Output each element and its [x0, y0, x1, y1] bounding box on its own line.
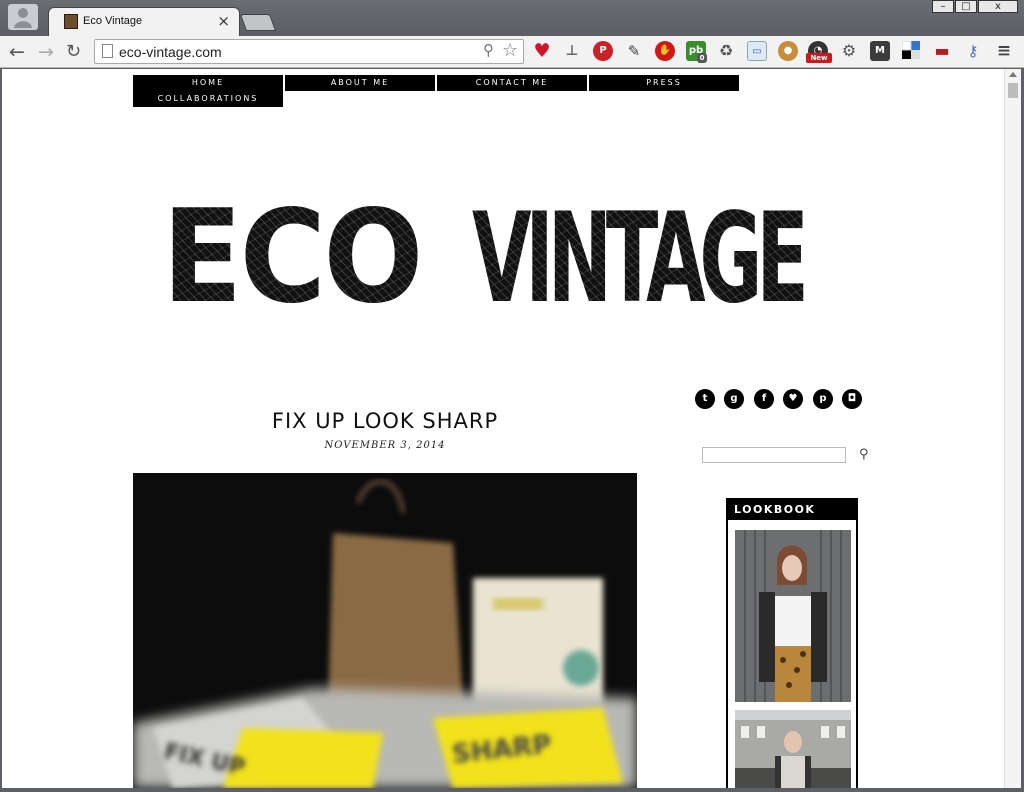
address-bar[interactable]: eco-vintage.com ⚲ ☆: [94, 39, 524, 64]
logo-text-vintage: VINTAGE: [472, 187, 809, 331]
sofa-extension-icon[interactable]: ▬: [932, 41, 952, 61]
lookbook-photo-1[interactable]: [735, 530, 851, 702]
minimize-button[interactable]: –: [932, 0, 954, 13]
m-extension-icon[interactable]: M: [870, 41, 890, 61]
logo-text-eco: ECO: [162, 183, 423, 332]
site-nav-menu: HOME ABOUT ME CONTACT ME PRESS COLLABORA…: [133, 75, 739, 109]
nav-contact-me[interactable]: CONTACT ME: [437, 75, 587, 91]
tab-title: Eco Vintage: [83, 15, 143, 27]
menu-icon[interactable]: ≡: [994, 41, 1014, 61]
delicious-extension-icon[interactable]: [901, 40, 921, 61]
twitter-icon[interactable]: t: [695, 389, 715, 409]
heart-extension-icon[interactable]: ♥: [532, 41, 552, 61]
close-window-button[interactable]: x: [978, 0, 1018, 13]
pb-badge: 0: [697, 53, 707, 63]
browser-tab[interactable]: Eco Vintage ×: [48, 7, 240, 36]
nav-home[interactable]: HOME: [133, 75, 283, 91]
search-icon[interactable]: ⚲: [859, 447, 869, 462]
nav-press[interactable]: PRESS: [589, 75, 739, 91]
window-extension-icon[interactable]: ▭: [747, 41, 767, 61]
adblock-extension-icon[interactable]: ✋: [655, 41, 675, 61]
scale-extension-icon[interactable]: ⊥: [562, 41, 582, 61]
eyedropper-extension-icon[interactable]: ✎: [624, 41, 644, 61]
tab-close-icon[interactable]: ×: [217, 12, 230, 30]
window-titlebar: Eco Vintage × – □ x: [0, 0, 1024, 36]
bookmark-star-icon[interactable]: ☆: [502, 40, 518, 61]
pinterest-extension-icon[interactable]: P: [593, 41, 613, 61]
scrollbar-thumb[interactable]: [1008, 83, 1018, 98]
vertical-scrollbar[interactable]: [1004, 69, 1021, 788]
web-page: HOME ABOUT ME CONTACT ME PRESS COLLABORA…: [2, 69, 1004, 788]
zoom-icon[interactable]: ⚲: [483, 41, 494, 59]
site-logo[interactable]: ECO VINTAGE: [162, 183, 862, 332]
cookie-extension-icon[interactable]: ●: [778, 41, 798, 61]
url-text[interactable]: eco-vintage.com: [119, 44, 222, 60]
post-image[interactable]: FIX UP SHARP: [133, 473, 637, 788]
lookbook-widget: LOOKBOOK: [726, 498, 858, 788]
film-extension-icon[interactable]: ⚙: [839, 41, 859, 61]
profile-avatar-icon[interactable]: [8, 4, 38, 30]
reload-icon[interactable]: ↻: [66, 41, 81, 62]
key-extension-icon[interactable]: ⚷: [963, 41, 983, 61]
recycle-extension-icon[interactable]: ♻: [716, 41, 736, 61]
post-date: NOVEMBER 3, 2014: [324, 440, 446, 451]
nav-about-me[interactable]: ABOUT ME: [285, 75, 435, 91]
lookbook-photo-2[interactable]: [735, 710, 851, 788]
new-tab-button[interactable]: [239, 14, 277, 31]
post-title[interactable]: FIX UP LOOK SHARP: [133, 409, 637, 433]
nav-collaborations[interactable]: COLLABORATIONS: [133, 91, 283, 107]
new-badge: New: [806, 53, 832, 63]
scroll-up-icon[interactable]: [1009, 72, 1017, 77]
facebook-icon[interactable]: f: [754, 389, 774, 409]
instagram-icon[interactable]: ◘: [842, 389, 862, 409]
maximize-button[interactable]: □: [955, 0, 977, 13]
search-input[interactable]: [702, 447, 846, 463]
forward-icon[interactable]: →: [38, 41, 54, 63]
site-favicon-icon: [64, 14, 78, 29]
heart-icon[interactable]: ♥: [783, 389, 803, 409]
back-icon[interactable]: ←: [9, 41, 25, 63]
page-icon: [102, 44, 113, 58]
pinterest-icon[interactable]: p: [813, 389, 833, 409]
lookbook-title: LOOKBOOK: [728, 500, 856, 520]
google-plus-icon[interactable]: g: [724, 389, 744, 409]
